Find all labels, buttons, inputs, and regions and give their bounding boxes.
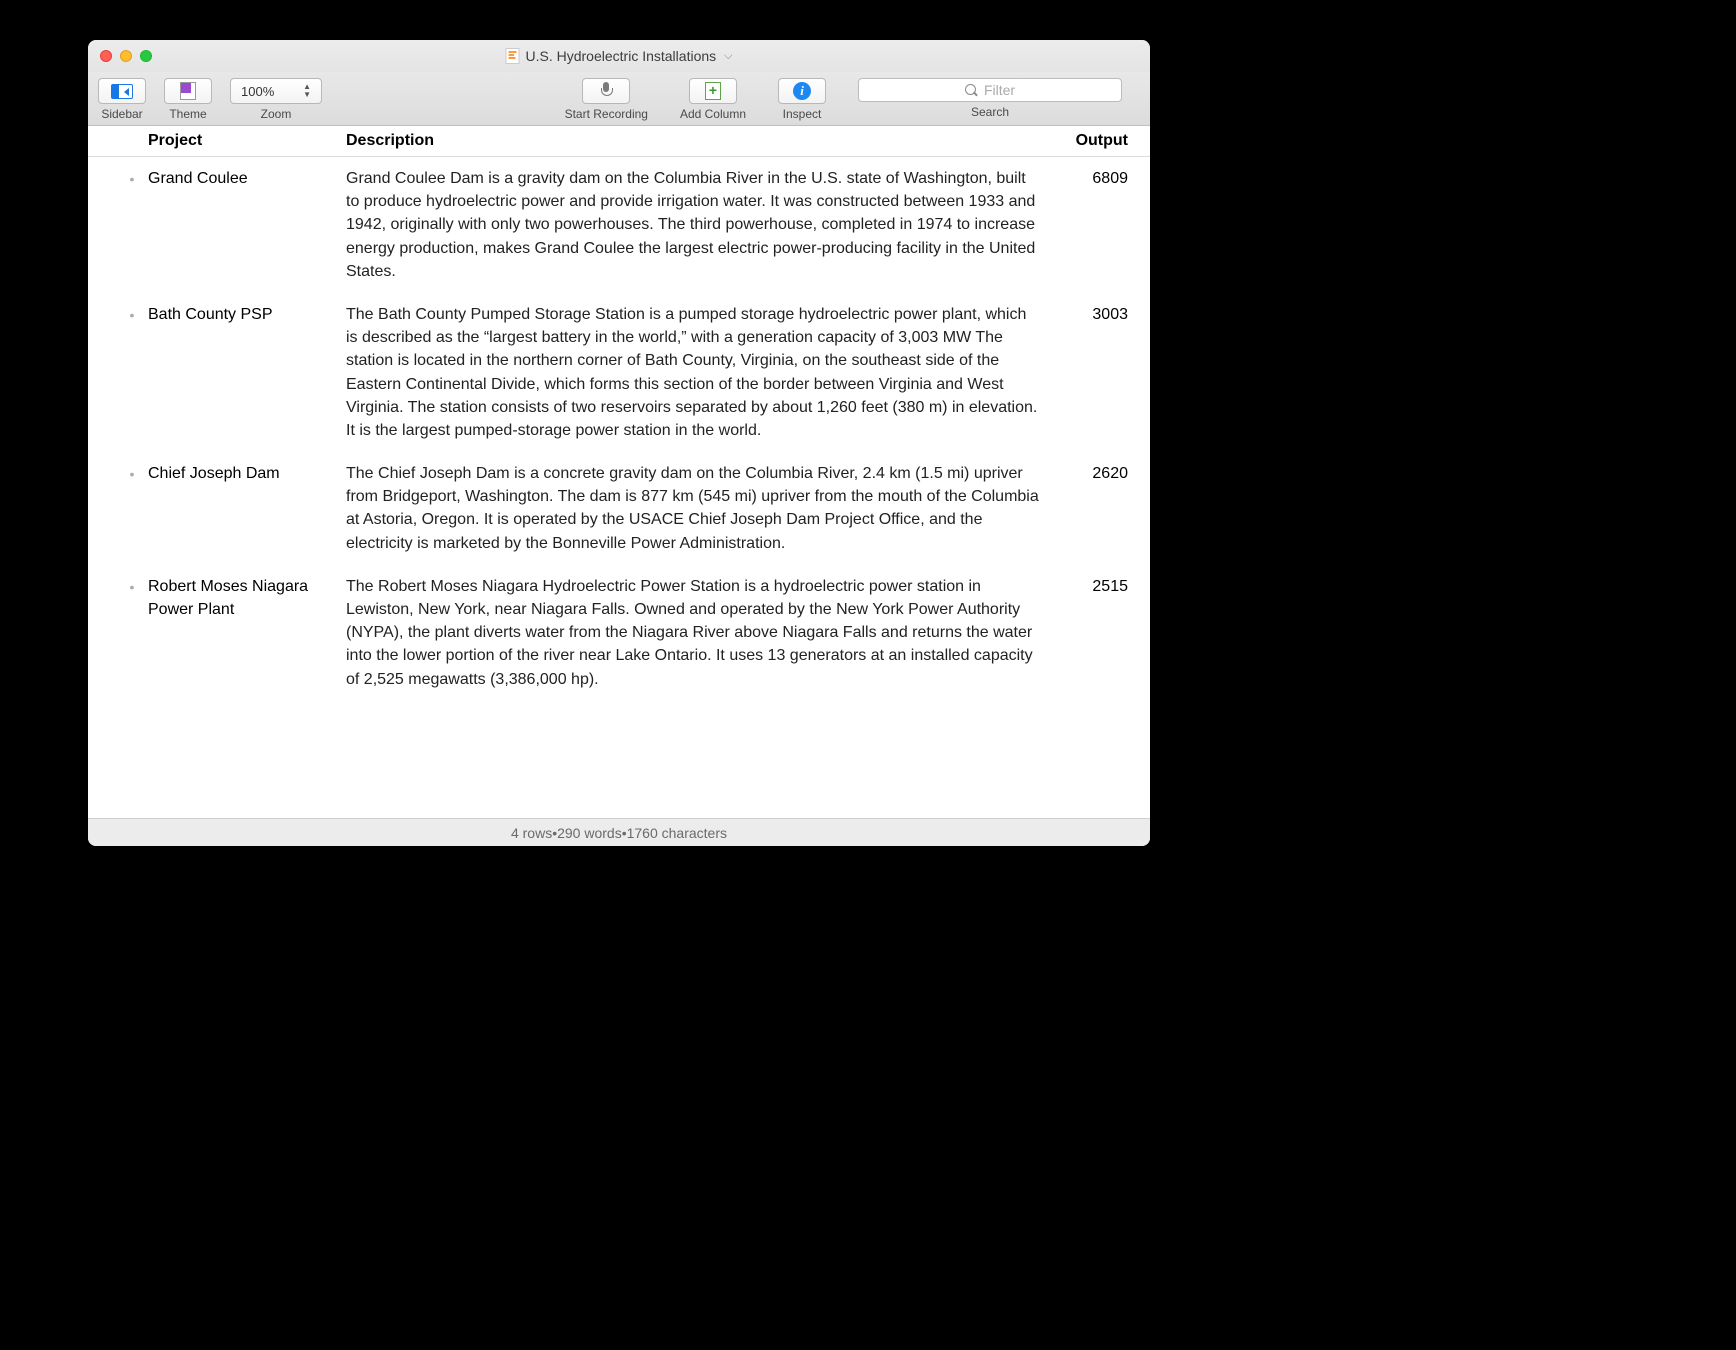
inspect-toolbar-item: i Inspect	[778, 78, 826, 121]
status-chars: 1760 characters	[627, 825, 727, 841]
window-title: U.S. Hydroelectric Installations	[526, 48, 717, 64]
table-row[interactable]: •Grand CouleeGrand Coulee Dam is a gravi…	[88, 157, 1150, 293]
add-column-icon	[705, 82, 721, 100]
window-title-group[interactable]: U.S. Hydroelectric Installations ⌵	[506, 48, 733, 64]
sidebar-toggle-button[interactable]	[98, 78, 146, 104]
app-window: U.S. Hydroelectric Installations ⌵ Sideb…	[88, 40, 1150, 846]
status-rows: 4 rows	[511, 825, 552, 841]
cell-output[interactable]: 6809	[1058, 167, 1138, 283]
cell-output[interactable]: 3003	[1058, 303, 1138, 442]
add-column-label: Add Column	[680, 107, 746, 121]
zoom-window-button[interactable]	[140, 50, 152, 62]
theme-button[interactable]	[164, 78, 212, 104]
zoom-combobox[interactable]: 100% ▲▼	[230, 78, 322, 104]
cell-description[interactable]: The Chief Joseph Dam is a concrete gravi…	[346, 462, 1058, 555]
table-row[interactable]: •Chief Joseph DamThe Chief Joseph Dam is…	[88, 452, 1150, 565]
record-toolbar-item: Start Recording	[565, 78, 648, 121]
add-column-toolbar-item: Add Column	[680, 78, 746, 121]
zoom-label: Zoom	[261, 107, 292, 121]
inspect-label: Inspect	[783, 107, 822, 121]
content-area: Project Description Output •Grand Coulee…	[88, 126, 1150, 818]
filter-placeholder: Filter	[984, 82, 1015, 98]
stepper-icon: ▲▼	[303, 83, 311, 99]
theme-label: Theme	[169, 107, 206, 121]
zoom-value: 100%	[241, 84, 274, 99]
chevron-down-icon: ⌵	[724, 50, 732, 63]
document-icon	[506, 48, 520, 64]
sidebar-icon	[111, 84, 133, 99]
minimize-button[interactable]	[120, 50, 132, 62]
theme-icon	[180, 82, 196, 100]
start-recording-button[interactable]	[582, 78, 630, 104]
toolbar: Sidebar Theme 100% ▲▼ Zoom Start Recordi…	[88, 72, 1150, 126]
cell-description[interactable]: The Robert Moses Niagara Hydroelectric P…	[346, 575, 1058, 691]
table-row[interactable]: •Bath County PSPThe Bath County Pumped S…	[88, 293, 1150, 452]
titlebar[interactable]: U.S. Hydroelectric Installations ⌵	[88, 40, 1150, 72]
bullet-icon: •	[116, 462, 148, 555]
info-icon: i	[793, 82, 811, 100]
cell-project[interactable]: Grand Coulee	[148, 167, 346, 283]
close-button[interactable]	[100, 50, 112, 62]
bullet-icon: •	[116, 303, 148, 442]
cell-output[interactable]: 2515	[1058, 575, 1138, 691]
cell-project[interactable]: Robert Moses Niagara Power Plant	[148, 575, 346, 691]
toolbar-right-group: Start Recording Add Column i Inspect Fil…	[565, 78, 1140, 121]
column-header-row: Project Description Output	[88, 126, 1150, 157]
status-words: 290 words	[557, 825, 622, 841]
status-bar: 4 rows • 290 words • 1760 characters	[88, 818, 1150, 846]
bullet-icon: •	[116, 575, 148, 691]
theme-toolbar-item: Theme	[164, 78, 212, 121]
traffic-lights	[88, 50, 152, 62]
search-label: Search	[971, 105, 1009, 119]
cell-output[interactable]: 2620	[1058, 462, 1138, 555]
sidebar-label: Sidebar	[101, 107, 142, 121]
search-toolbar-item: Filter Search	[858, 78, 1122, 119]
filter-search-field[interactable]: Filter	[858, 78, 1122, 102]
rows-container[interactable]: •Grand CouleeGrand Coulee Dam is a gravi…	[88, 157, 1150, 818]
inspect-button[interactable]: i	[778, 78, 826, 104]
cell-description[interactable]: Grand Coulee Dam is a gravity dam on the…	[346, 167, 1058, 283]
microphone-icon	[598, 82, 614, 100]
table-row[interactable]: •Robert Moses Niagara Power PlantThe Rob…	[88, 565, 1150, 701]
sidebar-toolbar-item: Sidebar	[98, 78, 146, 121]
cell-description[interactable]: The Bath County Pumped Storage Station i…	[346, 303, 1058, 442]
bullet-icon: •	[116, 167, 148, 283]
cell-project[interactable]: Bath County PSP	[148, 303, 346, 442]
zoom-toolbar-item: 100% ▲▼ Zoom	[230, 78, 322, 121]
column-header-output[interactable]: Output	[1058, 132, 1138, 150]
add-column-button[interactable]	[689, 78, 737, 104]
search-icon	[965, 84, 978, 97]
column-header-description[interactable]: Description	[346, 132, 1058, 150]
column-header-project[interactable]: Project	[148, 132, 346, 150]
cell-project[interactable]: Chief Joseph Dam	[148, 462, 346, 555]
start-recording-label: Start Recording	[565, 107, 648, 121]
